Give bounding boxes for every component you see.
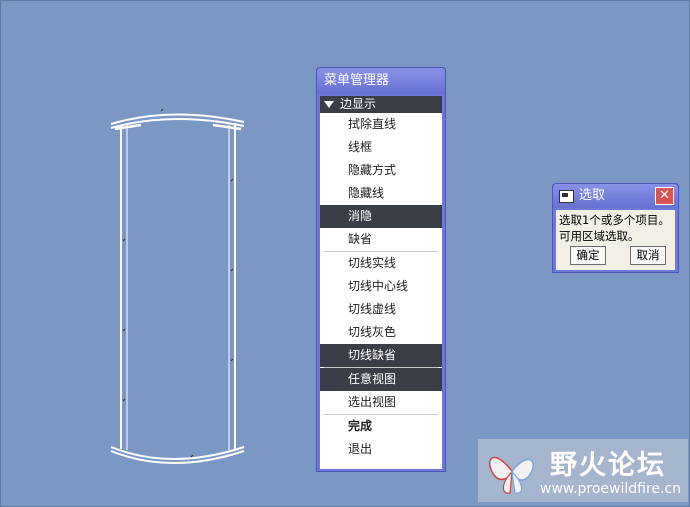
model-outline	[110, 108, 245, 464]
menu-header-label: 边显示	[340, 97, 377, 111]
select-dialog-title: 选取	[579, 188, 606, 203]
menu-item-pick-view[interactable]: 选出视图	[320, 391, 442, 414]
menu-item-tangent-default[interactable]: 切线缺省	[320, 344, 442, 367]
triangle-down-icon	[324, 101, 334, 108]
menu-item-wireframe[interactable]: 线框	[320, 136, 442, 159]
select-instruction-1: 选取1个或多个项目。	[559, 213, 670, 227]
butterfly-logo-icon	[489, 457, 534, 494]
menu-item-hidden-line[interactable]: 隐藏线	[320, 182, 442, 205]
close-icon: ✕	[659, 188, 670, 203]
menu-header-edge-display[interactable]: 边显示	[320, 96, 442, 113]
menu-item-tangent-solid[interactable]: 切线实线	[320, 252, 442, 275]
menu-item-tangent-centerline[interactable]: 切线中心线	[320, 275, 442, 298]
menu-item-quit[interactable]: 退出	[320, 438, 442, 461]
menu-body: 边显示 拭除直线 线框 隐藏方式 隐藏线 消隐 缺省 切线实线 切线中心线 切线…	[320, 96, 442, 469]
watermark: 野火论坛 www.proewildfire.cn	[478, 439, 688, 502]
menu-item-tangent-dashed[interactable]: 切线虚线	[320, 298, 442, 321]
ok-button[interactable]: 确定	[570, 246, 606, 265]
menu-item-done[interactable]: 完成	[320, 415, 442, 438]
close-button[interactable]: ✕	[655, 187, 674, 205]
menu-item-erase-lines[interactable]: 拭除直线	[320, 113, 442, 136]
window-icon	[559, 189, 574, 203]
menu-item-default[interactable]: 缺省	[320, 228, 442, 251]
select-instruction-2: 可用区域选取。	[559, 229, 640, 243]
watermark-title: 野火论坛	[550, 450, 666, 481]
menu-item-no-hidden[interactable]: 消隐	[320, 205, 442, 228]
menu-item-any-view[interactable]: 任意视图	[320, 368, 442, 391]
watermark-url: www.proewildfire.cn	[540, 481, 682, 497]
menu-manager-window: 菜单管理器 边显示 拭除直线 线框 隐藏方式 隐藏线 消隐 缺省 切线实线 切线…	[316, 67, 446, 472]
cancel-button[interactable]: 取消	[630, 246, 666, 265]
menu-manager-title: 菜单管理器	[317, 68, 445, 94]
select-dialog: 选取 ✕ 选取1个或多个项目。 可用区域选取。 确定 取消	[552, 183, 679, 273]
menu-item-tangent-gray[interactable]: 切线灰色	[320, 321, 442, 344]
menu-item-hidden-style[interactable]: 隐藏方式	[320, 159, 442, 182]
select-dialog-body: 选取1个或多个项目。 可用区域选取。 确定 取消	[556, 210, 675, 270]
